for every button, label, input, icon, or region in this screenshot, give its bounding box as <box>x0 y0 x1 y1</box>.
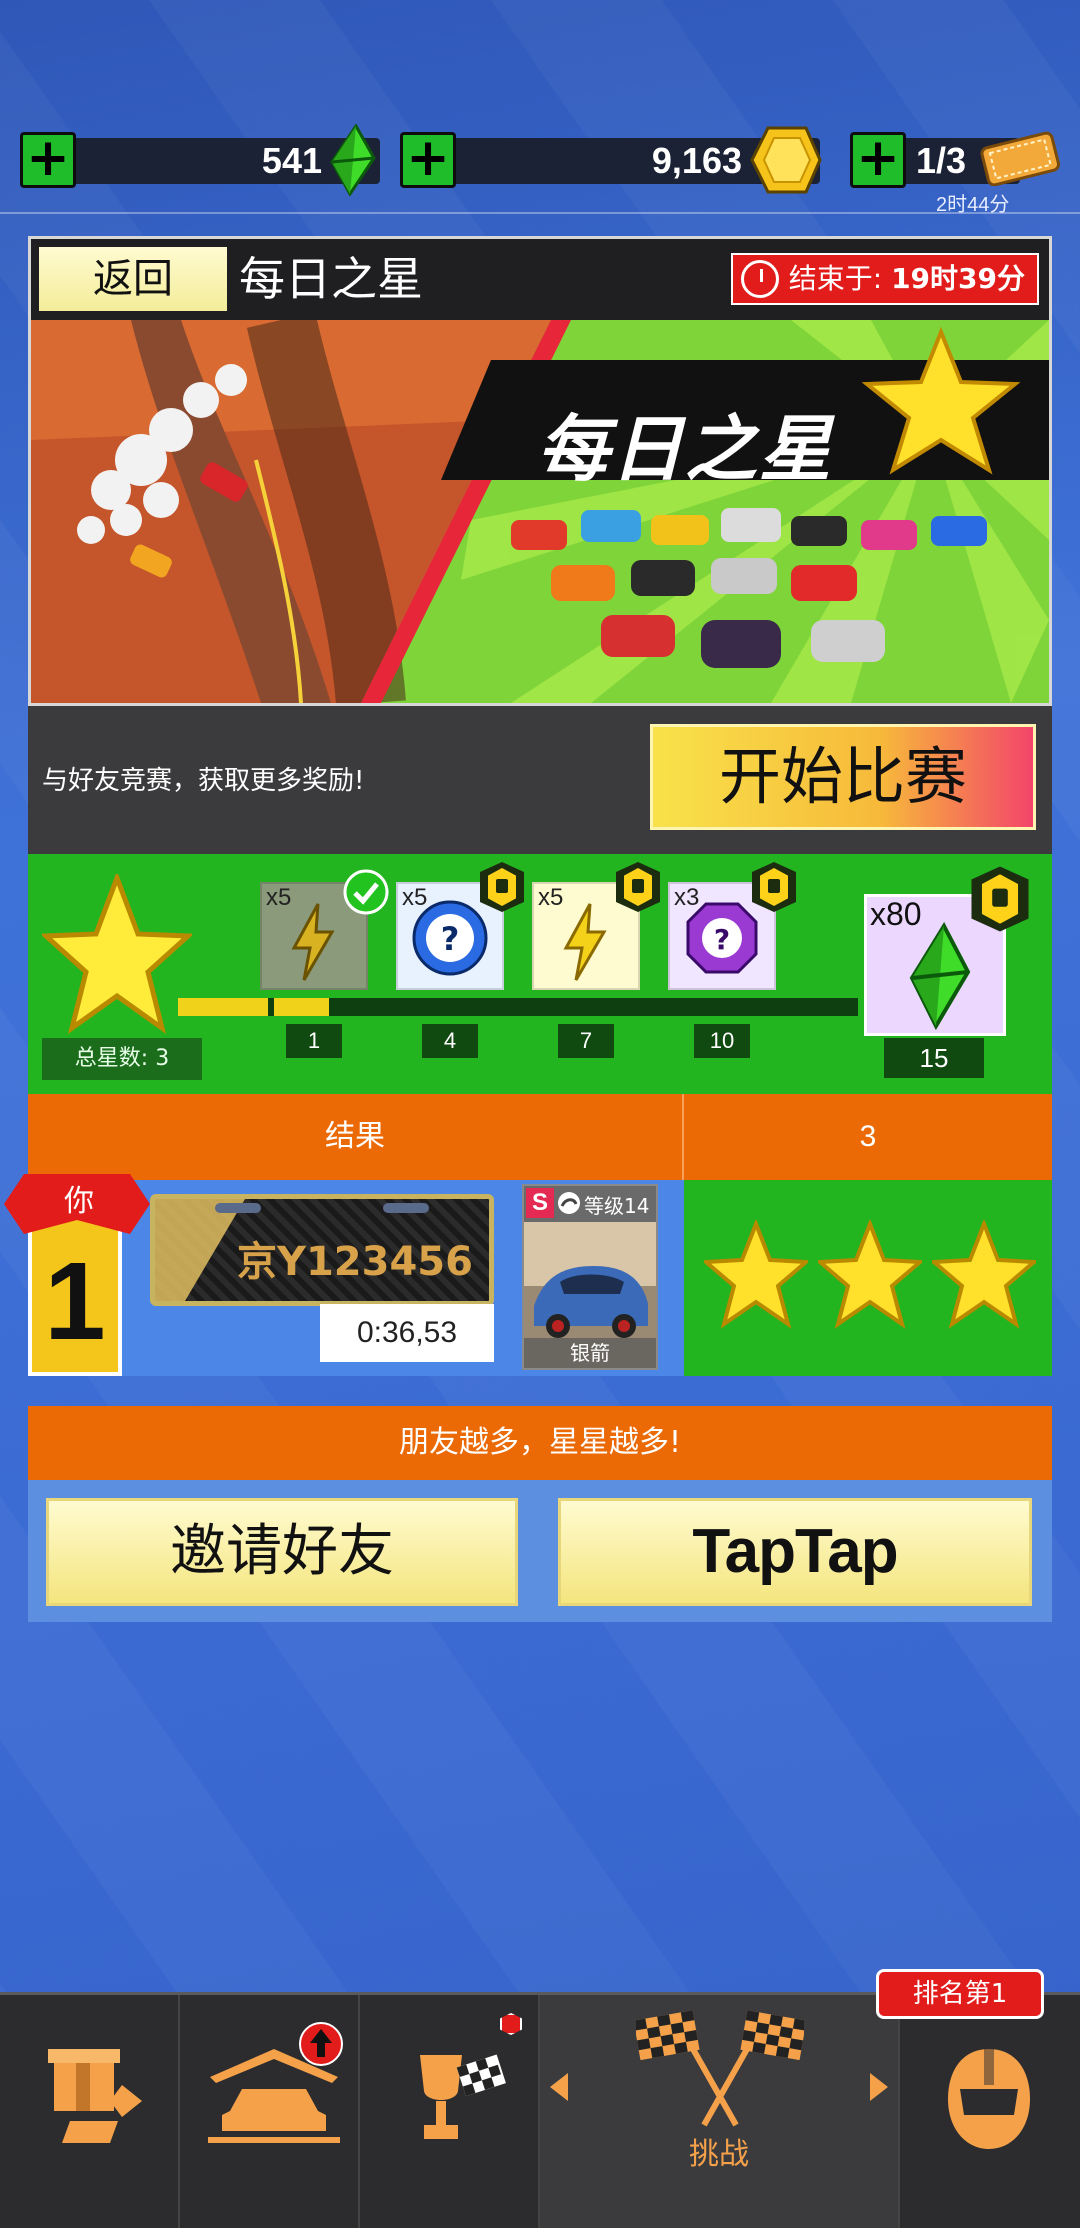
results-title: 结果 <box>325 1119 385 1154</box>
results-star-count: 3 <box>859 1120 877 1153</box>
svg-text:?: ? <box>714 923 730 956</box>
banner-art <box>31 320 1049 703</box>
end-time-label: 结束于: <box>788 262 883 295</box>
event-banner: 每日之星 <box>28 320 1052 706</box>
invite-friends-button[interactable]: 邀请好友 <box>46 1498 518 1606</box>
car-level: 等级14 <box>584 1194 650 1218</box>
add-coins-button[interactable]: + <box>400 132 456 188</box>
clock-icon <box>740 260 779 298</box>
lock-icon <box>971 866 1029 932</box>
milestone-label: 10 <box>694 1024 750 1058</box>
green-gem-icon <box>330 124 376 196</box>
page-title: 每日之星 <box>239 252 423 306</box>
coins-value: 9,163 <box>651 140 742 181</box>
nav-trophies[interactable] <box>360 1995 540 2228</box>
star-icon <box>704 1220 808 1329</box>
notification-dot <box>500 2013 522 2035</box>
top-divider <box>0 212 1080 214</box>
milestone-label: 15 <box>884 1038 984 1078</box>
total-stars-label: 总星数: 3 <box>42 1038 202 1080</box>
car-brand-icon <box>558 1192 580 1214</box>
total-star-icon <box>42 874 192 1034</box>
rank-tag: 排名第1 <box>876 1969 1044 2019</box>
nav-challenge[interactable]: 挑战 <box>540 1995 900 2228</box>
trophy-icon <box>420 2054 506 2139</box>
svg-text:?: ? <box>441 920 460 958</box>
nav-garage[interactable] <box>180 1995 360 2228</box>
panel-header: 返回 每日之星 结束于: 19时39分 <box>28 236 1052 320</box>
friends-banner: 朋友越多，星星越多! <box>28 1406 1052 1480</box>
bottom-nav: 挑战 排名第1 <box>0 1969 1080 2228</box>
tickets-value: 1/3 <box>916 140 967 181</box>
bar-segment <box>722 998 728 1016</box>
milestone-label: 4 <box>422 1024 478 1058</box>
claimed-check-icon <box>343 869 389 915</box>
end-time-badge: 结束于: 19时39分 <box>730 253 1039 305</box>
taptap-button[interactable]: TapTap <box>558 1498 1032 1606</box>
friends-actions: 邀请好友 TapTap <box>28 1480 1052 1622</box>
car-name: 银箭 <box>524 1338 656 1368</box>
race-friends-text: 与好友竞赛，获取更多奖励! <box>42 766 365 796</box>
star-progress: 总星数: 3 x5 1 ? x5 4 x5 7 ? x3 10 x80 15 <box>28 854 1052 1094</box>
helmet-icon <box>948 2049 1030 2149</box>
result-row-you: 1 你 京Y123456 0:36,53 S 等级14 银箭 <box>4 1174 1052 1376</box>
nav-shop[interactable] <box>0 1995 180 2228</box>
reward-multiplier: x5 <box>266 884 292 911</box>
car-card[interactable]: S 等级14 银箭 <box>522 1184 658 1370</box>
reward-multiplier: x3 <box>674 884 700 911</box>
bar-segment <box>450 998 456 1016</box>
green-gem-icon <box>909 922 971 1030</box>
upgrade-badge-icon <box>299 2022 343 2066</box>
milestone-label: 1 <box>286 1024 342 1058</box>
lightning-icon <box>563 903 607 981</box>
gems-value: 541 <box>261 140 322 181</box>
speed-hunter-ticket-icon <box>980 131 1060 186</box>
lock-icon <box>480 862 524 912</box>
back-button[interactable]: 返回 <box>39 247 227 311</box>
add-gems-button[interactable]: + <box>20 132 76 188</box>
rank-number: 1 <box>44 1240 106 1363</box>
next-arrow-icon[interactable] <box>870 2073 888 2101</box>
daily-star-panel: 返回 每日之星 结束于: 19时39分 每日之星 与好友竞赛，获取更多奖励! 开… <box>4 236 1052 1622</box>
progress-bar <box>178 998 858 1016</box>
checkered-flags-icon <box>636 2010 804 2127</box>
add-tickets-button[interactable]: + <box>850 132 906 188</box>
bar-segment <box>586 998 592 1016</box>
bar-segment <box>360 998 366 1016</box>
end-time-value: 19时39分 <box>891 262 1025 295</box>
car-class-badge: S <box>526 1188 554 1218</box>
coins-counter: + 9,163 <box>400 126 822 194</box>
star-icon <box>818 1220 922 1329</box>
tickets-counter: + 1/3 2时44分 <box>850 128 1060 216</box>
bar-segment <box>268 998 274 1016</box>
star-icon <box>932 1220 1036 1329</box>
currency-bar: + 541 + 9,163 + 1/3 2时44分 <box>20 124 1060 216</box>
progress-bar-fill <box>178 998 330 1016</box>
milestone-label: 7 <box>558 1024 614 1058</box>
reward-multiplier: x5 <box>538 884 564 911</box>
earned-stars <box>684 1180 1052 1376</box>
lock-icon <box>752 862 796 912</box>
license-plate: 京Y123456 <box>150 1194 494 1306</box>
start-race-row: 与好友竞赛，获取更多奖励! 开始比赛 <box>28 706 1052 854</box>
gold-coin-icon <box>750 126 822 194</box>
you-label: 你 <box>64 1184 94 1219</box>
reward-multiplier: x80 <box>870 896 922 932</box>
lock-icon <box>616 862 660 912</box>
gems-counter: + 541 <box>20 124 380 196</box>
start-race-button[interactable]: 开始比赛 <box>650 724 1036 830</box>
plate-number: 京Y123456 <box>237 1239 473 1285</box>
shop-icon <box>48 2049 142 2143</box>
nav-challenge-label: 挑战 <box>689 2137 749 2172</box>
prev-arrow-icon[interactable] <box>550 2073 568 2101</box>
results-header: 结果 3 <box>28 1094 1052 1180</box>
lightning-icon <box>291 903 335 981</box>
nav-profile[interactable] <box>900 1995 1080 2228</box>
reward-multiplier: x5 <box>402 884 428 911</box>
race-time: 0:36,53 <box>320 1304 494 1362</box>
banner-title: 每日之星 <box>537 407 834 491</box>
